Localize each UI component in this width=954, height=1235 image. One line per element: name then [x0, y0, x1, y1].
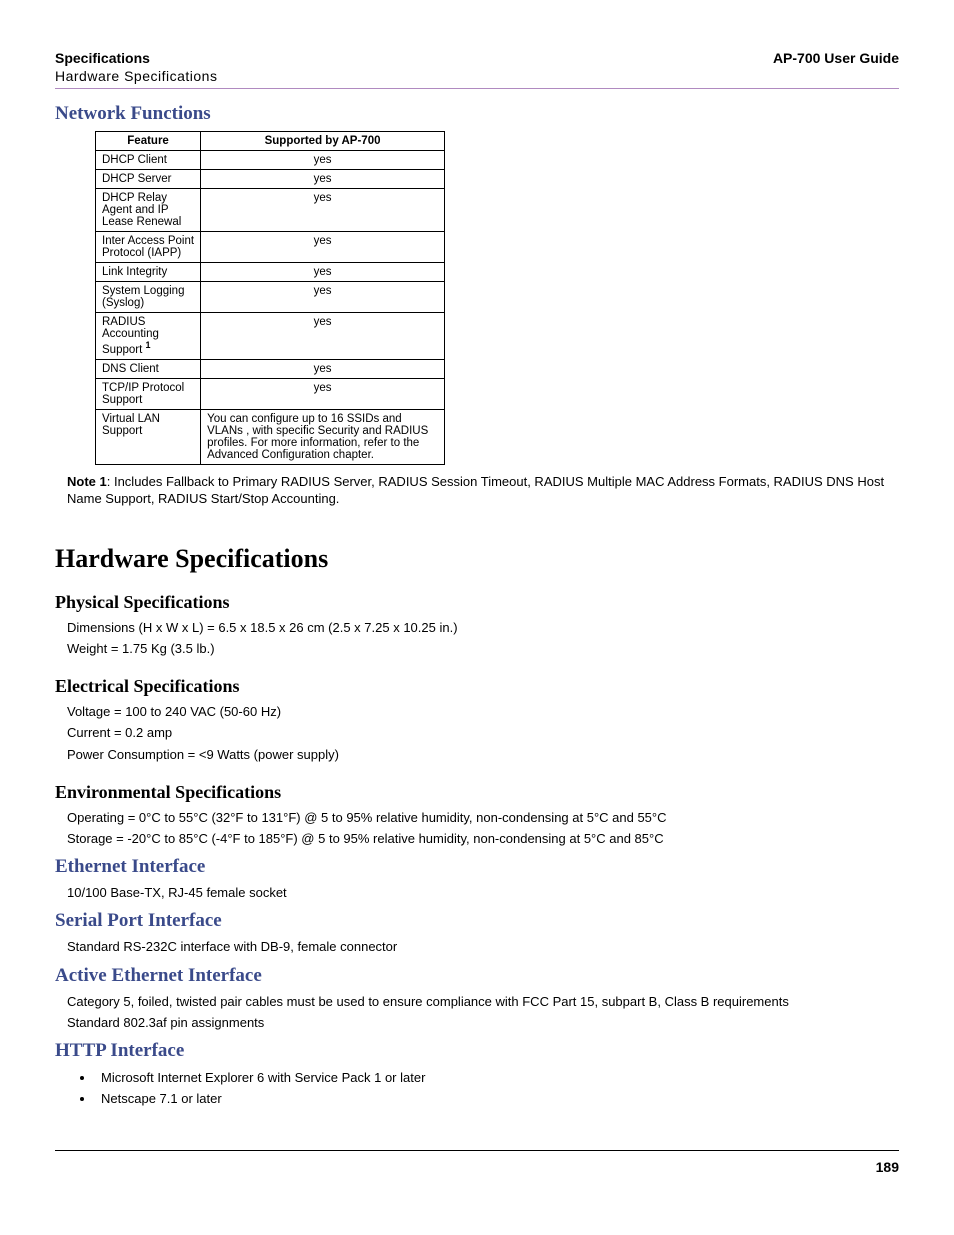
table-row: DHCP Clientyes: [96, 151, 445, 170]
table-cell-feature: DNS Client: [96, 359, 201, 378]
subsection-physical: Physical Specifications: [55, 592, 899, 613]
table-cell-supported: yes: [201, 263, 445, 282]
section-network-functions: Network Functions: [55, 103, 899, 125]
table-row: Link Integrityyes: [96, 263, 445, 282]
section-serial-port-interface: Serial Port Interface: [55, 910, 899, 932]
table-cell-feature: Inter Access Point Protocol (IAPP): [96, 232, 201, 263]
table-row: DHCP Serveryes: [96, 170, 445, 189]
table-cell-feature: Link Integrity: [96, 263, 201, 282]
network-functions-table: Feature Supported by AP-700 DHCP Clienty…: [95, 131, 445, 465]
table-row: TCP/IP Protocol Supportyes: [96, 378, 445, 409]
table-row: System Logging (Syslog)yes: [96, 282, 445, 313]
table-header-feature: Feature: [96, 132, 201, 151]
body-line: Weight = 1.75 Kg (3.5 lb.): [67, 640, 899, 658]
body-line: Category 5, foiled, twisted pair cables …: [67, 993, 899, 1011]
table-row: Inter Access Point Protocol (IAPP)yes: [96, 232, 445, 263]
section-hardware-specifications: Hardware Specifications: [55, 544, 899, 574]
list-item: Microsoft Internet Explorer 6 with Servi…: [95, 1068, 899, 1089]
table-cell-feature: System Logging (Syslog): [96, 282, 201, 313]
environmental-lines: Operating = 0°C to 55°C (32°F to 131°F) …: [55, 809, 899, 848]
electrical-lines: Voltage = 100 to 240 VAC (50-60 Hz) Curre…: [55, 703, 899, 764]
table-cell-feature: DHCP Client: [96, 151, 201, 170]
header-left-sub: Hardware Specifications: [55, 68, 899, 84]
table-row: DHCP Relay Agent and IP Lease Renewalyes: [96, 189, 445, 232]
table-header-supported: Supported by AP-700: [201, 132, 445, 151]
body-line: Voltage = 100 to 240 VAC (50-60 Hz): [67, 703, 899, 721]
physical-lines: Dimensions (H x W x L) = 6.5 x 18.5 x 26…: [55, 619, 899, 658]
ethernet-line: 10/100 Base-TX, RJ-45 female socket: [67, 884, 899, 902]
header-rule: [55, 88, 899, 89]
body-line: Dimensions (H x W x L) = 6.5 x 18.5 x 26…: [67, 619, 899, 637]
header-left-top: Specifications: [55, 50, 150, 66]
footnote-ref: 1: [145, 340, 150, 350]
active-ethernet-lines: Category 5, foiled, twisted pair cables …: [55, 993, 899, 1032]
section-ethernet-interface: Ethernet Interface: [55, 856, 899, 878]
http-items: Microsoft Internet Explorer 6 with Servi…: [83, 1068, 899, 1110]
body-line: Storage = -20°C to 85°C (-4°F to 185°F) …: [67, 830, 899, 848]
table-cell-feature: RADIUS Accounting Support 1: [96, 313, 201, 360]
table-cell-feature: DHCP Server: [96, 170, 201, 189]
body-line: Current = 0.2 amp: [67, 724, 899, 742]
table-cell-supported: yes: [201, 378, 445, 409]
table-row: Virtual LAN SupportYou can configure up …: [96, 409, 445, 464]
table-cell-feature: TCP/IP Protocol Support: [96, 378, 201, 409]
header-right-top: AP-700 User Guide: [773, 50, 899, 66]
table-cell-supported: yes: [201, 359, 445, 378]
page-number: 189: [55, 1159, 899, 1175]
table-cell-supported: yes: [201, 151, 445, 170]
section-active-ethernet-interface: Active Ethernet Interface: [55, 965, 899, 987]
table-row: RADIUS Accounting Support 1yes: [96, 313, 445, 360]
page-header: Specifications AP-700 User Guide: [55, 50, 899, 66]
table-row: DNS Clientyes: [96, 359, 445, 378]
list-item: Netscape 7.1 or later: [95, 1089, 899, 1110]
table-cell-feature: Virtual LAN Support: [96, 409, 201, 464]
table-cell-supported: yes: [201, 189, 445, 232]
section-http-interface: HTTP Interface: [55, 1040, 899, 1062]
table-body: DHCP ClientyesDHCP ServeryesDHCP Relay A…: [96, 151, 445, 465]
body-line: Operating = 0°C to 55°C (32°F to 131°F) …: [67, 809, 899, 827]
note-label: Note 1: [67, 474, 107, 489]
body-line: Standard 802.3af pin assignments: [67, 1014, 899, 1032]
subsection-electrical: Electrical Specifications: [55, 676, 899, 697]
table-cell-supported: yes: [201, 232, 445, 263]
table-cell-supported: yes: [201, 282, 445, 313]
table-cell-supported: yes: [201, 170, 445, 189]
note-text: : Includes Fallback to Primary RADIUS Se…: [67, 474, 884, 507]
note-1: Note 1: Includes Fallback to Primary RAD…: [67, 473, 899, 508]
subsection-environmental: Environmental Specifications: [55, 782, 899, 803]
footer-rule: [55, 1150, 899, 1151]
table-cell-feature: DHCP Relay Agent and IP Lease Renewal: [96, 189, 201, 232]
table-cell-supported: You can configure up to 16 SSIDs and VLA…: [201, 409, 445, 464]
table-cell-supported: yes: [201, 313, 445, 360]
serial-line: Standard RS-232C interface with DB-9, fe…: [67, 938, 899, 956]
body-line: Power Consumption = <9 Watts (power supp…: [67, 746, 899, 764]
